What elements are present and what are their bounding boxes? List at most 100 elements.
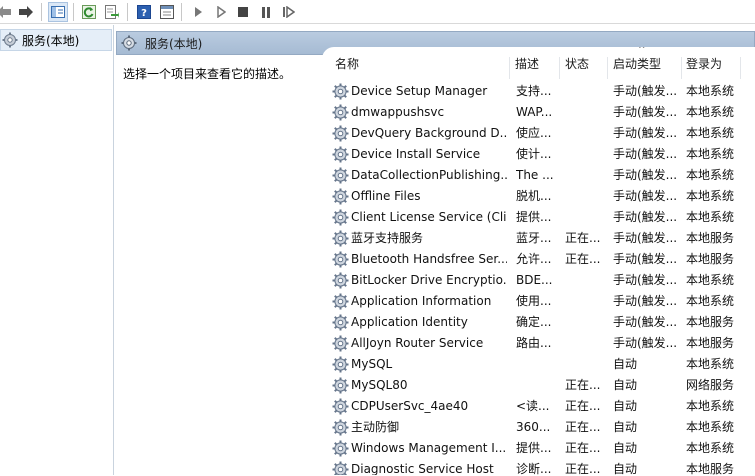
pause-service-icon[interactable]: [256, 2, 276, 22]
service-gear-icon: [332, 377, 349, 394]
service-name: AllJoyn Router Service: [351, 336, 484, 350]
service-logon-as: 本地服务: [686, 231, 735, 245]
service-gear-icon: [332, 125, 349, 142]
service-startup-type: 手动(触发...: [613, 126, 678, 140]
service-name: MySQL: [351, 357, 393, 371]
service-row[interactable]: Diagnostic Service Host 诊断... 正在... 自动 本地服务: [322, 459, 755, 475]
service-gear-icon: [332, 272, 349, 289]
service-row[interactable]: Windows Management I... 提供... 正在... 自动 本地系统: [322, 438, 755, 459]
service-name: BitLocker Drive Encryptio...: [351, 273, 507, 287]
service-row[interactable]: Device Install Service 使计... 手动(触发... 本地系统: [322, 144, 755, 165]
service-status: [565, 207, 607, 228]
stop-service-icon[interactable]: [233, 2, 253, 22]
service-status: 正在...: [565, 378, 601, 392]
service-logon-as: 本地系统: [686, 420, 735, 434]
service-logon-as: 本地服务: [686, 315, 735, 329]
service-logon-as: 本地服务: [686, 462, 735, 475]
properties-icon[interactable]: [157, 2, 177, 22]
console-tree: 服务(本地): [0, 25, 114, 475]
service-row[interactable]: CDPUserSvc_4ae40 <读... 正在... 自动 本地系统: [322, 396, 755, 417]
service-gear-icon: [332, 209, 349, 226]
service-row[interactable]: DataCollectionPublishing... The ... 手动(触发.…: [322, 165, 755, 186]
back-icon[interactable]: [0, 2, 14, 22]
service-logon-as: 本地系统: [686, 441, 735, 455]
service-status: [565, 102, 607, 123]
service-logon-as: 本地系统: [686, 147, 735, 161]
services-list: 名称 描述 状态 ^ 启动类型 登录为 Device Setup Manager…: [322, 47, 755, 475]
description-panel: 选择一个项目来查看它的描述。: [116, 56, 326, 476]
service-startup-type: 手动(触发...: [613, 294, 678, 308]
service-status: [565, 354, 607, 375]
service-logon-as: 本地系统: [686, 126, 735, 140]
start-service-alt-icon[interactable]: [211, 2, 231, 22]
start-service-icon[interactable]: [188, 2, 208, 22]
service-row[interactable]: MySQL80 正在... 自动 网络服务: [322, 375, 755, 396]
service-startup-type: 自动: [613, 462, 638, 475]
service-row[interactable]: Bluetooth Handsfree Ser... 允许... 正在... 手动(触…: [322, 249, 755, 270]
service-row[interactable]: Client License Service (Cli... 提供... 手动(触发…: [322, 207, 755, 228]
service-startup-type: 手动(触发...: [613, 189, 678, 203]
forward-icon[interactable]: [16, 2, 36, 22]
service-description: 使计...: [516, 147, 552, 161]
service-description: [516, 354, 558, 375]
service-name: Diagnostic Service Host: [351, 462, 494, 475]
service-name: DataCollectionPublishing...: [351, 168, 507, 182]
service-startup-type: 手动(触发...: [613, 315, 678, 329]
restart-service-icon[interactable]: [279, 2, 299, 22]
service-logon-as: 本地系统: [686, 273, 735, 287]
description-hint: 选择一个项目来查看它的描述。: [123, 67, 292, 81]
export-list-icon[interactable]: [102, 2, 122, 22]
service-row[interactable]: 蓝牙支持服务 蓝牙... 正在... 手动(触发... 本地服务: [322, 228, 755, 249]
service-status: [565, 333, 607, 354]
help-icon[interactable]: ?: [134, 2, 154, 22]
column-header-name[interactable]: 名称: [335, 47, 359, 77]
service-gear-icon: [332, 293, 349, 310]
service-row[interactable]: Application Identity 确定... 手动(触发... 本地服务: [322, 312, 755, 333]
service-status: [565, 123, 607, 144]
service-description: 路由...: [516, 336, 552, 350]
tree-item-services-local[interactable]: 服务(本地): [0, 29, 112, 51]
service-row[interactable]: 主动防御 360... 正在... 自动 本地系统: [322, 417, 755, 438]
service-gear-icon: [332, 83, 349, 100]
service-startup-type: 手动(触发...: [613, 231, 678, 245]
service-row[interactable]: Offline Files 脱机... 手动(触发... 本地系统: [322, 186, 755, 207]
service-startup-type: 自动: [613, 357, 638, 371]
service-row[interactable]: DevQuery Background D... 使应... 手动(触发... 本地系…: [322, 123, 755, 144]
service-name: Windows Management I...: [351, 441, 507, 455]
service-row[interactable]: Application Information 使用... 手动(触发... 本地系统: [322, 291, 755, 312]
service-status: 正在...: [565, 462, 601, 475]
service-logon-as: 本地系统: [686, 189, 735, 203]
column-header-description[interactable]: 描述: [515, 47, 539, 77]
service-startup-type: 自动: [613, 441, 638, 455]
service-description: 支持...: [516, 84, 552, 98]
service-row[interactable]: AllJoyn Router Service 路由... 手动(触发... 本地服务: [322, 333, 755, 354]
service-name: 主动防御: [351, 420, 400, 434]
service-name: Application Information: [351, 294, 492, 308]
service-startup-type: 手动(触发...: [613, 273, 678, 287]
service-logon-as: 本地服务: [686, 336, 735, 350]
service-gear-icon: [332, 356, 349, 373]
service-status: [565, 81, 607, 102]
service-gear-icon: [332, 419, 349, 436]
services-gear-icon: [121, 35, 137, 51]
service-status: [565, 186, 607, 207]
service-description: The ...: [516, 168, 554, 182]
service-description: 360...: [516, 420, 551, 434]
show-hide-tree-icon[interactable]: [48, 2, 68, 22]
service-logon-as: 本地系统: [686, 357, 735, 371]
service-logon-as: 本地系统: [686, 294, 735, 308]
service-status: [565, 270, 607, 291]
service-description: 使应...: [516, 126, 552, 140]
service-row[interactable]: BitLocker Drive Encryptio... BDE... 手动(触发.…: [322, 270, 755, 291]
refresh-icon[interactable]: [79, 2, 99, 22]
service-logon-as: 网络服务: [686, 378, 735, 392]
column-header-logon-as[interactable]: 登录为: [686, 47, 722, 77]
column-header-startup-type[interactable]: 启动类型: [613, 47, 661, 77]
column-header-status[interactable]: 状态: [565, 47, 589, 77]
service-row[interactable]: Device Setup Manager 支持... 手动(触发... 本地系统: [322, 81, 755, 102]
service-row[interactable]: MySQL 自动 本地系统: [322, 354, 755, 375]
service-description: 提供...: [516, 441, 552, 455]
service-row[interactable]: dmwappushsvc WAP... 手动(触发... 本地系统: [322, 102, 755, 123]
service-gear-icon: [332, 188, 349, 205]
service-name: MySQL80: [351, 378, 408, 392]
